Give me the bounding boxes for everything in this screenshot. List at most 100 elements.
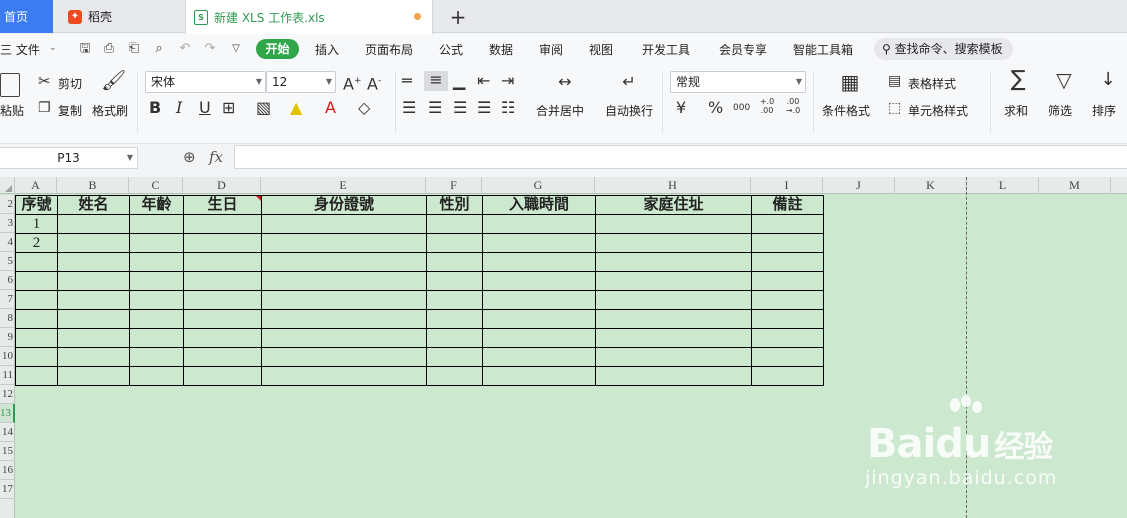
table-cell[interactable]: [57, 233, 130, 253]
table-cell[interactable]: [751, 328, 824, 348]
align-left-icon[interactable]: ☰: [402, 99, 416, 117]
row-header-2[interactable]: 2: [0, 195, 15, 214]
table-cell[interactable]: [261, 233, 427, 253]
table-cell[interactable]: [129, 309, 184, 329]
header-cell-address[interactable]: 家庭住址: [595, 195, 752, 215]
cell-fill-pattern-icon[interactable]: ▧: [256, 99, 271, 117]
save-icon[interactable]: 🖫: [78, 42, 92, 56]
table-cell[interactable]: [129, 366, 184, 386]
table-cell[interactable]: [15, 252, 58, 272]
zoom-icon[interactable]: ⊕: [183, 148, 196, 166]
table-cell[interactable]: [129, 271, 184, 291]
menu-smart-tools[interactable]: 智能工具箱: [793, 41, 853, 58]
table-cell[interactable]: [482, 290, 596, 310]
table-cell[interactable]: [751, 366, 824, 386]
table-cell[interactable]: [129, 214, 184, 234]
table-cell[interactable]: [426, 252, 483, 272]
table-cell[interactable]: [426, 347, 483, 367]
table-cell[interactable]: [57, 214, 130, 234]
table-cell[interactable]: [595, 214, 752, 234]
menu-member[interactable]: 会员专享: [719, 41, 767, 58]
table-cell[interactable]: [595, 252, 752, 272]
table-cell[interactable]: [482, 214, 596, 234]
table-cell[interactable]: [183, 309, 262, 329]
cut-icon[interactable]: ✂: [38, 72, 51, 90]
table-cell[interactable]: [57, 366, 130, 386]
paste-icon[interactable]: [0, 73, 20, 97]
column-header-a[interactable]: A: [15, 177, 57, 194]
row-header-7[interactable]: 7: [0, 290, 15, 309]
table-cell[interactable]: [261, 252, 427, 272]
table-cell[interactable]: [261, 290, 427, 310]
table-cell[interactable]: [751, 309, 824, 329]
sort-icon[interactable]: ↓: [1096, 71, 1120, 89]
row-header-4[interactable]: 4: [0, 233, 15, 252]
table-cell[interactable]: [129, 347, 184, 367]
select-all-corner[interactable]: [0, 177, 15, 194]
decrease-decimal-button[interactable]: .00 →.0: [784, 97, 802, 115]
row-header-14[interactable]: 14: [0, 423, 15, 442]
table-cell[interactable]: [426, 271, 483, 291]
row-header-12[interactable]: 12: [0, 385, 15, 404]
align-top-icon[interactable]: ═: [402, 72, 412, 90]
column-header-g[interactable]: G: [482, 177, 595, 194]
table-cell[interactable]: [482, 366, 596, 386]
table-cell[interactable]: [595, 347, 752, 367]
table-cell[interactable]: [57, 252, 130, 272]
redo-icon[interactable]: ↷: [203, 42, 217, 56]
row-header-8[interactable]: 8: [0, 309, 15, 328]
table-cell[interactable]: [15, 290, 58, 310]
table-cell[interactable]: 2: [15, 233, 58, 253]
table-cell[interactable]: [129, 233, 184, 253]
table-cell[interactable]: [595, 366, 752, 386]
header-cell-no[interactable]: 序號: [15, 195, 58, 215]
table-cell[interactable]: [15, 309, 58, 329]
currency-button[interactable]: ¥: [676, 99, 686, 117]
row-header-6[interactable]: 6: [0, 271, 15, 290]
table-cell[interactable]: [15, 328, 58, 348]
distributed-align-icon[interactable]: ☷: [501, 99, 515, 117]
table-cell[interactable]: [426, 214, 483, 234]
table-cell[interactable]: [751, 233, 824, 253]
tab-docer[interactable]: ✦ 稻壳: [54, 0, 184, 33]
sum-button[interactable]: 求和: [1004, 102, 1028, 119]
table-cell[interactable]: [482, 271, 596, 291]
table-style-icon[interactable]: ▤: [888, 72, 901, 90]
increase-font-icon[interactable]: A+: [343, 72, 362, 93]
command-search[interactable]: ⚲ 查找命令、搜索模板: [874, 38, 1013, 60]
header-cell-remarks[interactable]: 備註: [751, 195, 824, 215]
row-header-3[interactable]: 3: [0, 214, 15, 233]
conditional-format-icon[interactable]: ▦: [838, 72, 862, 92]
thousands-separator-button[interactable]: 000: [733, 99, 750, 117]
table-cell[interactable]: [482, 347, 596, 367]
table-cell[interactable]: [129, 328, 184, 348]
table-cell[interactable]: [183, 271, 262, 291]
table-cell[interactable]: [129, 252, 184, 272]
table-cell[interactable]: [482, 233, 596, 253]
fill-color-icon[interactable]: ▲: [290, 99, 302, 117]
align-right-icon[interactable]: ☰: [453, 99, 467, 117]
row-header-13[interactable]: 13: [0, 404, 15, 423]
cell-style-button[interactable]: 单元格样式: [908, 102, 968, 119]
percent-button[interactable]: %: [708, 99, 723, 117]
table-style-button[interactable]: 表格样式: [908, 75, 956, 92]
sum-icon[interactable]: ∑: [1006, 69, 1030, 91]
table-cell[interactable]: [595, 290, 752, 310]
table-cell[interactable]: [261, 309, 427, 329]
table-cell[interactable]: [57, 328, 130, 348]
table-cell[interactable]: [426, 290, 483, 310]
column-header-b[interactable]: B: [57, 177, 129, 194]
table-cell[interactable]: [426, 309, 483, 329]
cell-style-icon[interactable]: ⬚: [888, 99, 901, 117]
table-cell[interactable]: [261, 214, 427, 234]
table-cell[interactable]: [15, 271, 58, 291]
export-pdf-icon[interactable]: ⎙: [102, 42, 116, 56]
increase-decimal-button[interactable]: +.0 .00: [758, 97, 776, 115]
row-header-11[interactable]: 11: [0, 366, 15, 385]
table-cell[interactable]: [426, 328, 483, 348]
font-name-select[interactable]: 宋体 ▼: [145, 71, 266, 93]
quick-access-dropdown-icon[interactable]: ▽: [229, 42, 243, 56]
sort-button[interactable]: 排序: [1092, 102, 1116, 119]
row-header-17[interactable]: 17: [0, 480, 15, 499]
table-cell[interactable]: [183, 233, 262, 253]
